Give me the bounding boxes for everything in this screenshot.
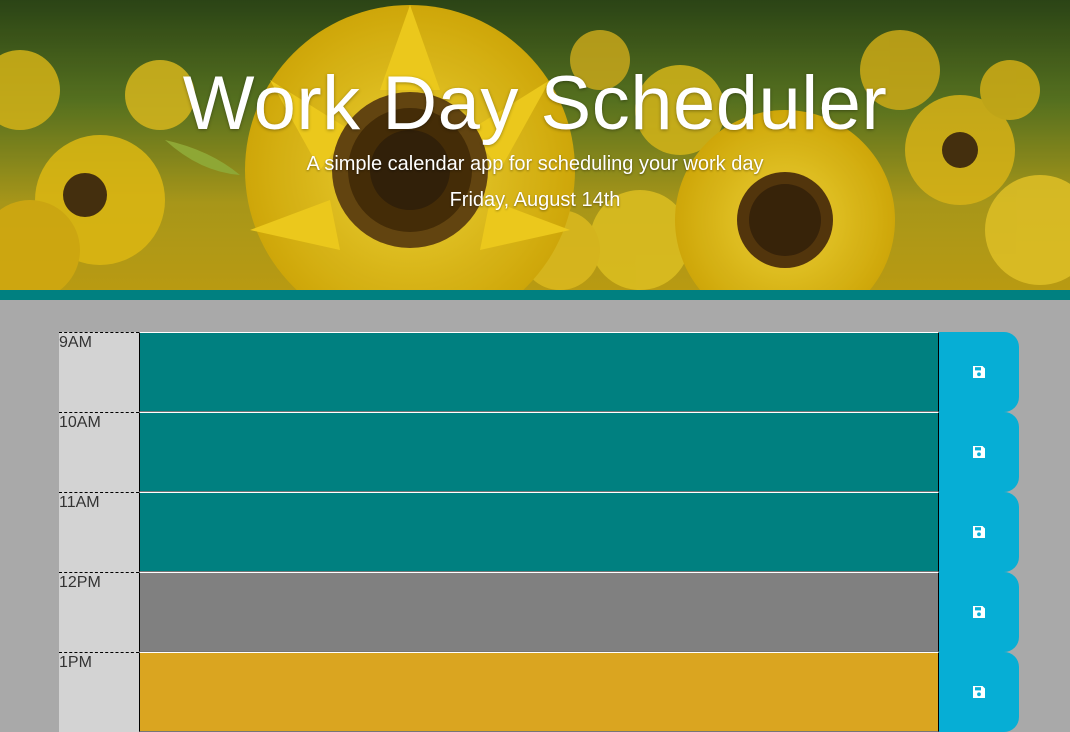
task-input[interactable]	[139, 652, 939, 732]
floppy-disk-icon	[973, 606, 985, 618]
save-button[interactable]	[939, 652, 1019, 732]
hour-label: 1PM	[59, 652, 139, 732]
current-day: Friday, August 14th	[449, 189, 621, 211]
schedule-container: 9AM 10AM 11AM 12PM 1PM	[59, 332, 1019, 732]
task-input[interactable]	[139, 572, 939, 652]
page-subtitle: A simple calendar app for scheduling you…	[306, 153, 764, 175]
time-block-row: 1PM	[59, 652, 1019, 732]
save-button[interactable]	[939, 332, 1019, 412]
floppy-disk-icon	[973, 446, 985, 458]
floppy-disk-icon	[973, 686, 985, 698]
task-input[interactable]	[139, 492, 939, 572]
task-input[interactable]	[139, 332, 939, 412]
header-divider	[0, 290, 1070, 300]
floppy-disk-icon	[973, 366, 985, 378]
floppy-disk-icon	[973, 526, 985, 538]
save-button[interactable]	[939, 492, 1019, 572]
hour-label: 10AM	[59, 412, 139, 492]
save-button[interactable]	[939, 572, 1019, 652]
time-block-row: 10AM	[59, 412, 1019, 492]
hour-label: 12PM	[59, 572, 139, 652]
task-input[interactable]	[139, 412, 939, 492]
jumbotron-header: Work Day Scheduler A simple calendar app…	[0, 0, 1070, 290]
time-block-row: 11AM	[59, 492, 1019, 572]
hour-label: 11AM	[59, 492, 139, 572]
save-button[interactable]	[939, 412, 1019, 492]
time-block-row: 9AM	[59, 332, 1019, 412]
page-title: Work Day Scheduler	[182, 61, 888, 146]
time-block-row: 12PM	[59, 572, 1019, 652]
hour-label: 9AM	[59, 332, 139, 412]
